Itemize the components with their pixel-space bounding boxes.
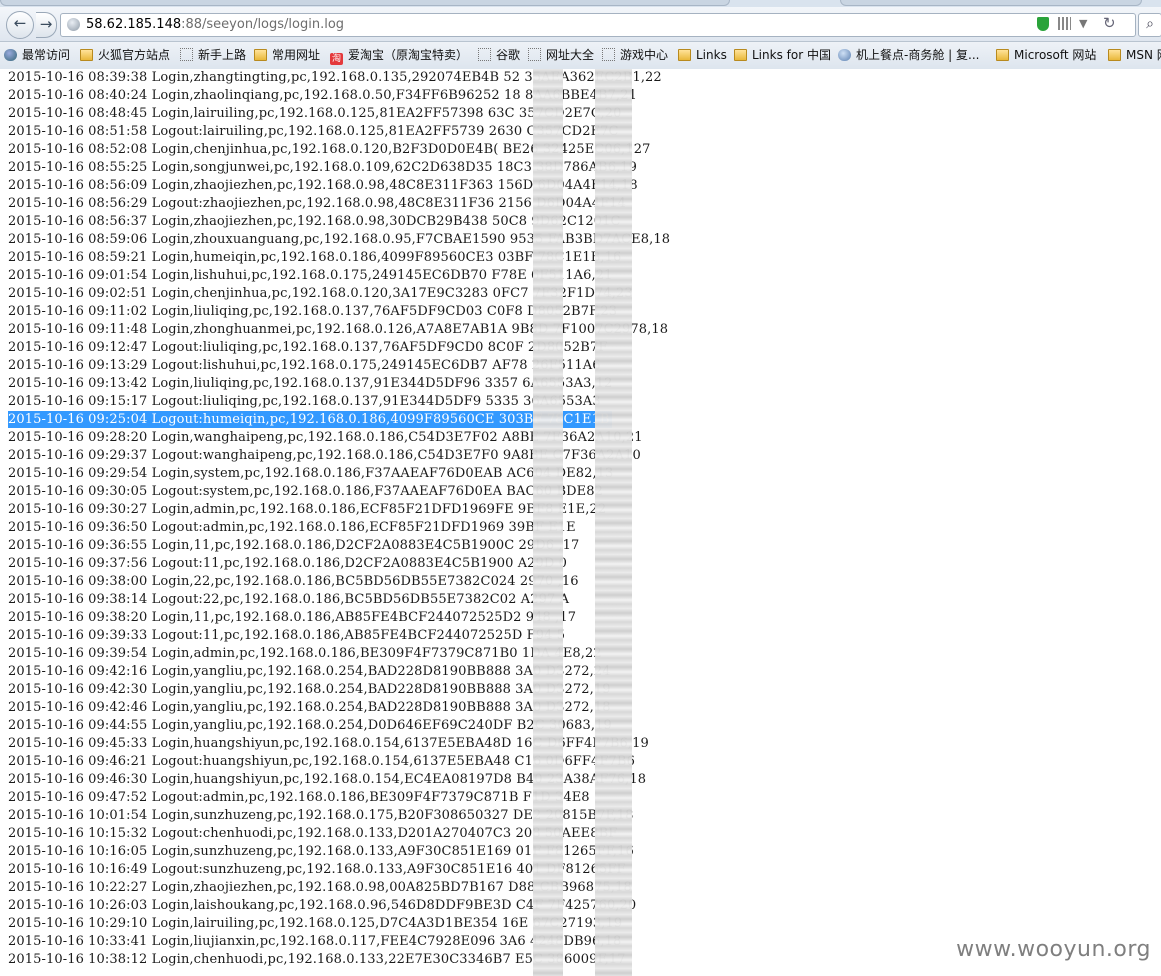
log-line: 2015-10-16 09:39:33 Logout:11,pc,192.168… (8, 628, 566, 643)
bookmark-item[interactable]: 机上餐点-商务舱 | 复... (838, 48, 979, 63)
address-bar[interactable]: 58.62.185.148:88/seeyon/logs/login.log ▼… (60, 13, 1136, 37)
bookmark-label: 最常访问 (22, 48, 71, 62)
folder-icon (254, 49, 267, 61)
log-line: 2015-10-16 09:47:52 Logout:admin,pc,192.… (8, 790, 590, 805)
back-arrow-icon[interactable]: ← (6, 11, 34, 39)
bookmark-item[interactable]: 火狐官方站点 (80, 48, 170, 63)
log-line: 2015-10-16 09:44:55 Login,yangliu,pc,192… (8, 718, 612, 733)
log-line: 2015-10-16 10:29:10 Login,lairuiling,pc,… (8, 916, 623, 931)
url-path: :88/seeyon/logs/login.log (181, 17, 345, 32)
tab-inactive[interactable] (840, 0, 1142, 6)
forward-arrow-icon[interactable]: → (36, 12, 57, 38)
log-line: 2015-10-16 09:12:47 Logout:liuliqing,pc,… (8, 340, 608, 355)
log-line: 2015-10-16 09:38:00 Login,22,pc,192.168.… (8, 574, 579, 589)
log-line: 2015-10-16 09:01:54 Login,lishuhui,pc,19… (8, 268, 613, 283)
log-line: 2015-10-16 09:15:17 Logout:liuliqing,pc,… (8, 394, 601, 409)
folder-icon (1108, 49, 1121, 61)
bookmark-item[interactable]: 最常访问 (4, 48, 70, 63)
folder-icon (678, 49, 691, 61)
log-line: 2015-10-16 08:59:06 Login,zhouxuanguang,… (8, 232, 671, 247)
tab-strip (0, 0, 1161, 7)
log-line: 2015-10-16 08:48:45 Login,lairuiling,pc,… (8, 106, 622, 121)
bookmark-label: 谷歌 (496, 48, 521, 62)
bookmark-label: 网址大全 (546, 48, 595, 62)
url-text[interactable]: 58.62.185.148:88/seeyon/logs/login.log (86, 17, 344, 33)
log-content: 2015-10-16 08:39:38 Login,zhangtingting,… (0, 69, 1161, 976)
reload-icon[interactable]: ↻ (1103, 14, 1116, 32)
log-line: 2015-10-16 09:38:14 Logout:22,pc,192.168… (8, 592, 570, 607)
bookmark-icon (838, 49, 851, 61)
bookmark-item[interactable]: 游戏中心 (602, 48, 668, 63)
bookmark-label: Links for 中国 (752, 48, 831, 62)
bookmark-item[interactable]: 常用网址 (254, 48, 320, 63)
folder-icon (734, 49, 747, 61)
bookmark-item[interactable]: 谷歌 (478, 48, 520, 63)
site-identity-icon[interactable] (67, 18, 80, 31)
log-line: 2015-10-16 10:15:32 Logout:chenhuodi,pc,… (8, 826, 618, 841)
log-line: 2015-10-16 08:56:37 Login,zhaojiezhen,pc… (8, 214, 621, 229)
log-line-selected: 2015-10-16 09:25:04 Logout:humeiqin,pc,1… (8, 411, 612, 428)
log-line: 2015-10-16 09:11:48 Login,zhonghuanmei,p… (8, 322, 669, 337)
tab-active[interactable] (0, 0, 730, 6)
log-line: 2015-10-16 08:51:58 Logout:lairuiling,pc… (8, 124, 619, 139)
log-line: 2015-10-16 09:36:55 Login,11,pc,192.168.… (8, 538, 580, 553)
bookmark-item[interactable]: Microsoft 网站 (996, 48, 1096, 63)
log-line: 2015-10-16 09:38:20 Login,11,pc,192.168.… (8, 610, 577, 625)
url-host: 58.62.185.148 (86, 17, 182, 32)
bookmark-label: MSN 网 (1126, 48, 1161, 62)
bookmark-label: 游戏中心 (620, 48, 669, 62)
log-line: 2015-10-16 09:37:56 Logout:11,pc,192.168… (8, 556, 568, 571)
watermark: www.wooyun.org (956, 937, 1151, 962)
bookmark-label: 火狐官方站点 (98, 48, 171, 62)
bookmark-icon (4, 49, 17, 61)
taobao-icon: 淘 (330, 53, 343, 65)
bookmark-icon (528, 48, 541, 61)
bookmark-item[interactable]: 淘爱淘宝（原淘宝特卖） (330, 48, 468, 65)
bookmark-label: 爱淘宝（原淘宝特卖） (348, 48, 469, 62)
bookmark-item[interactable]: 新手上路 (180, 48, 246, 63)
bookmark-item[interactable]: Links for 中国 (734, 48, 831, 63)
chevron-down-icon[interactable]: ▼ (1079, 17, 1087, 30)
bookmark-label: 机上餐点-商务舱 | 复... (856, 48, 980, 62)
log-line: 2015-10-16 09:13:42 Login,liuliqing,pc,1… (8, 376, 613, 391)
folder-icon (996, 49, 1009, 61)
log-line: 2015-10-16 10:33:41 Login,liujianxin,pc,… (8, 934, 622, 949)
bookmark-icon (602, 48, 615, 61)
log-line: 2015-10-16 08:39:38 Login,zhangtingting,… (8, 70, 662, 85)
log-line: 2015-10-16 08:59:21 Login,humeiqin,pc,19… (8, 250, 622, 265)
log-line: 2015-10-16 09:42:30 Login,yangliu,pc,192… (8, 682, 611, 697)
log-line: 2015-10-16 09:30:27 Login,admin,pc,192.1… (8, 502, 607, 517)
log-line: 2015-10-16 09:42:46 Login,yangliu,pc,192… (8, 700, 611, 715)
bookmarks-bar: 最常访问 火狐官方站点 新手上路 常用网址淘爱淘宝（原淘宝特卖） 谷歌 网址大全 游戏中心 L… (0, 42, 1161, 70)
bookmark-item[interactable]: Links (678, 48, 727, 63)
log-line: 2015-10-16 09:30:05 Logout:system,pc,192… (8, 484, 603, 499)
blur-mask (533, 69, 563, 976)
bookmark-label: Microsoft 网站 (1014, 48, 1097, 62)
folder-icon (80, 49, 93, 61)
log-line: 2015-10-16 09:29:54 Login,system,pc,192.… (8, 466, 614, 481)
bookmark-item[interactable]: MSN 网 (1108, 48, 1161, 63)
bookmark-label: 新手上路 (198, 48, 247, 62)
log-line: 2015-10-16 09:11:02 Login,liuliqing,pc,1… (8, 304, 618, 319)
bookmark-icon (478, 48, 491, 61)
search-icon[interactable]: ⌕ (1138, 13, 1161, 37)
bookmark-label: Links (696, 48, 727, 62)
shield-icon[interactable] (1037, 17, 1049, 31)
log-line: 2015-10-16 09:13:29 Logout:lishuhui,pc,1… (8, 358, 601, 373)
bookmark-item[interactable]: 网址大全 (528, 48, 594, 63)
log-line: 2015-10-16 09:39:54 Login,admin,pc,192.1… (8, 646, 602, 661)
log-line: 2015-10-16 09:36:50 Logout:admin,pc,192.… (8, 520, 576, 535)
qr-code-icon[interactable] (1058, 17, 1071, 30)
blur-mask (595, 69, 632, 976)
navigation-bar: ← → 58.62.185.148:88/seeyon/logs/login.l… (0, 7, 1161, 42)
bookmark-label: 常用网址 (272, 48, 321, 62)
bookmark-icon (180, 48, 193, 61)
log-line: 2015-10-16 09:42:16 Login,yangliu,pc,192… (8, 664, 611, 679)
